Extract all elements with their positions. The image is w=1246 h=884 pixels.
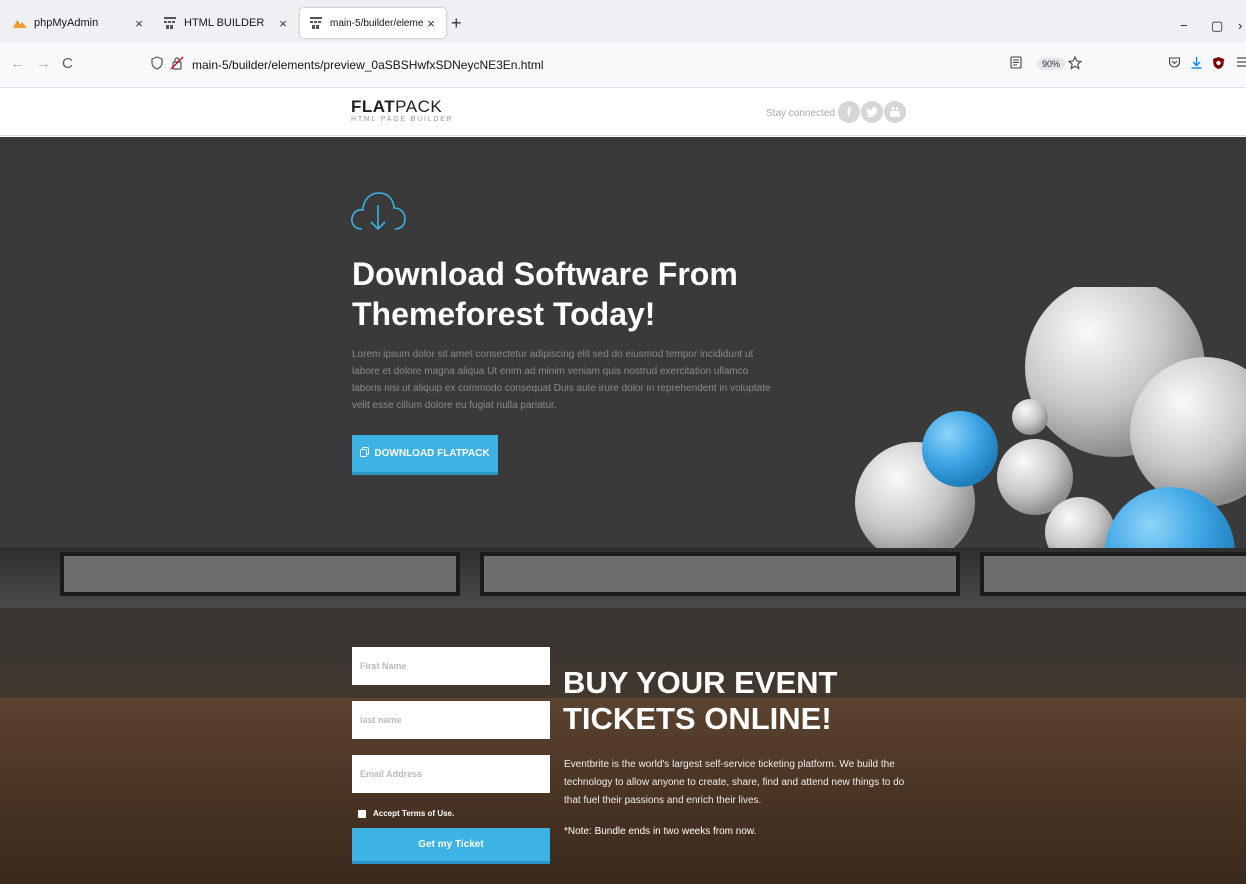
youtube-icon[interactable]: [884, 101, 906, 123]
close-tab-icon[interactable]: ×: [424, 16, 438, 31]
zoom-level[interactable]: 90%: [1037, 58, 1066, 70]
address-bar[interactable]: main-5/builder/elements/preview_0aSBSHwf…: [150, 50, 1090, 80]
terms-checkbox[interactable]: [358, 809, 366, 818]
first-name-field[interactable]: First Name: [352, 647, 550, 685]
twitter-icon[interactable]: [861, 101, 883, 123]
event-section: First Name last name Email Address Accep…: [0, 548, 1246, 884]
reader-view-icon[interactable]: [1010, 56, 1022, 72]
hero-title: Download Software From Themeforest Today…: [352, 256, 738, 332]
terms-checkbox-row[interactable]: Accept Terms of Use.: [358, 809, 454, 818]
shield-icon[interactable]: [150, 55, 164, 75]
new-tab-button[interactable]: +: [451, 14, 462, 32]
tab-phpmyadmin[interactable]: phpMyAdmin ×: [4, 8, 154, 38]
event-note: *Note: Bundle ends in two weeks from now…: [564, 826, 757, 837]
back-button[interactable]: ←: [10, 55, 25, 73]
menu-icon[interactable]: [1237, 56, 1246, 71]
cloud-download-icon: [351, 192, 406, 231]
pocket-icon[interactable]: [1168, 56, 1181, 72]
browser-navbar: ← → C main-5/builder/elements/preview_0a…: [0, 42, 1246, 88]
copy-icon: [360, 447, 370, 460]
forward-button[interactable]: →: [36, 55, 51, 73]
site-header: FLATPACK HTML PAGE BUILDER Stay connecte…: [0, 88, 1246, 136]
background-window: [480, 552, 960, 596]
close-tab-icon[interactable]: ×: [276, 16, 290, 31]
insecure-lock-icon[interactable]: [170, 56, 184, 75]
hero-description: Lorem ipsum dolor sit amet consectetur a…: [352, 349, 771, 411]
minimize-button[interactable]: −: [1180, 18, 1188, 33]
download-flatpack-button[interactable]: DOWNLOAD FLATPACK: [352, 435, 498, 475]
spheres-illustration: [855, 287, 1246, 548]
event-description: Eventbrite is the world's largest self-s…: [564, 759, 905, 806]
builder-icon: [308, 15, 324, 31]
restore-button[interactable]: ▢: [1211, 18, 1223, 34]
url-text[interactable]: main-5/builder/elements/preview_0aSBSHwf…: [192, 58, 543, 72]
browser-tabbar: phpMyAdmin × HTML BUILDER × main-5/build…: [0, 0, 1246, 42]
stay-connected-label: Stay connected: [766, 108, 835, 119]
email-field[interactable]: Email Address: [352, 755, 550, 793]
flatpack-logo[interactable]: FLATPACK HTML PAGE BUILDER: [351, 98, 454, 124]
hero-section: Download Software From Themeforest Today…: [0, 137, 1246, 548]
phpmyadmin-icon: [12, 15, 28, 31]
close-window-button[interactable]: ›: [1238, 18, 1242, 33]
ublock-shield-icon[interactable]: [1212, 56, 1225, 73]
facebook-icon[interactable]: f: [838, 101, 860, 123]
download-icon[interactable]: [1190, 56, 1203, 72]
close-tab-icon[interactable]: ×: [132, 16, 146, 31]
event-title: BUY YOUR EVENT TICKETS ONLINE!: [563, 665, 838, 736]
builder-icon: [162, 15, 178, 31]
get-ticket-button[interactable]: Get my Ticket: [352, 828, 550, 864]
background-window: [60, 552, 460, 596]
background-window: [980, 552, 1246, 596]
reload-button[interactable]: C: [62, 55, 73, 73]
last-name-field[interactable]: last name: [352, 701, 550, 739]
tab-html-builder[interactable]: HTML BUILDER ×: [154, 8, 298, 38]
bookmark-star-icon[interactable]: [1067, 55, 1083, 73]
tab-preview[interactable]: main-5/builder/elements/previ ×: [300, 8, 446, 38]
